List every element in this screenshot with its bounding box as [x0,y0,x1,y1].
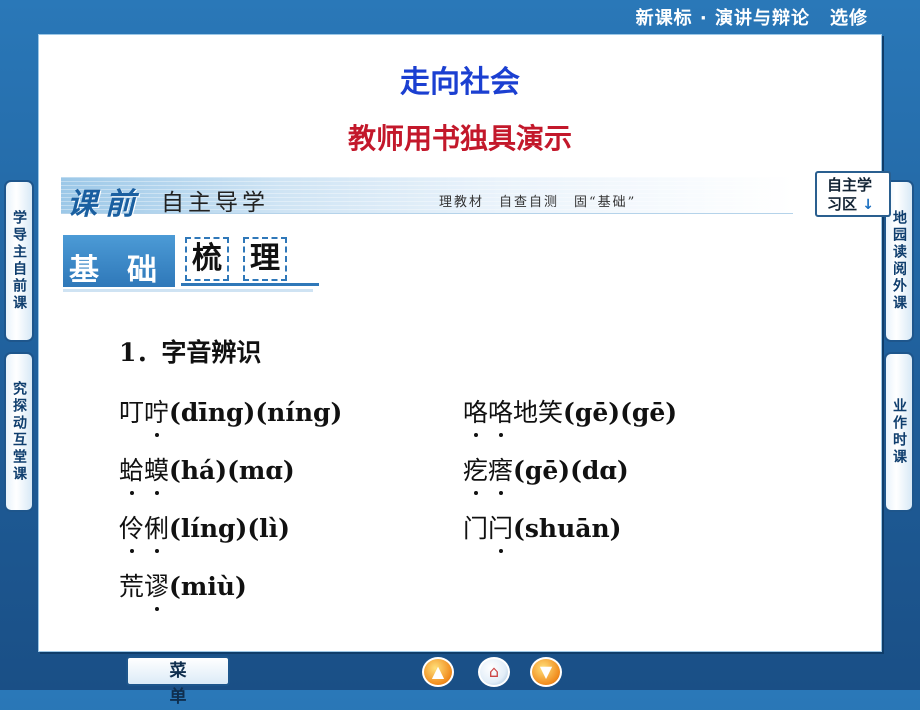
banner-strip: 课前 自主导学 理教材 自查自测 固“基础” [61,177,793,222]
list-item: 门闩(shuān) [463,509,622,553]
basis-blue-block: 基 础 [63,235,175,288]
basis-char-4: 理 [243,237,287,281]
list-item: 蛤蟆(há)(mɑ) [119,451,295,495]
basis-char-2: 础 [127,253,157,288]
basis-underline-accent [181,283,319,286]
slide-panel: 走向社会 教师用书独具演示 课前 自主导学 理教材 自查自测 固“基础” 自主学… [38,34,891,652]
self-study-button[interactable]: 自主学 习区 ↓ [815,171,891,217]
list-item: 伶俐(líng)(lì) [119,509,290,553]
section-banner: 课前 自主导学 理教材 自查自测 固“基础” 自主学 习区 ↓ [61,171,891,222]
item-chars: 荒谬 [119,572,169,611]
basis-char-1: 基 [69,253,99,288]
nav-prev-button[interactable]: ▲ [422,657,454,687]
basis-char-3: 梳 [185,237,229,281]
item-pinyin: (há)(mɑ) [169,456,295,485]
left-tab-classroom[interactable]: 究探动互堂课 [4,352,34,512]
section-title: 1．字音辨识 [119,338,262,367]
item-chars: 疙瘩 [463,456,513,495]
right-tab-homework[interactable]: 业作时课 [884,352,914,512]
header-edition: 选修 [830,8,868,29]
list-item: 叮咛(dīng)(níng) [119,393,343,437]
item-pinyin: (gē)(gē) [563,398,678,427]
banner-sub-text: 自主导学 [161,190,269,216]
prev-arrow-icon: ▲ [431,662,445,681]
next-arrow-icon: ▼ [539,662,553,681]
list-item: 疙瘩(gē)(dɑ) [463,451,629,495]
home-icon: ⌂ [488,662,500,681]
list-item: 咯咯地笑(gē)(gē) [463,393,678,437]
self-study-line2: 习区 [827,195,858,213]
header-course-title: 新课标 · 演讲与辩论 选修 [636,4,868,30]
item-pinyin: (gē)(dɑ) [513,456,629,485]
left-tab-preview[interactable]: 学导主自前课 [4,180,34,342]
basis-underline [63,289,313,292]
self-study-line1: 自主学 [827,176,873,194]
item-chars: 叮咛 [119,398,169,437]
nav-next-button[interactable]: ▼ [530,657,562,687]
item-chars: 咯咯地笑 [463,398,563,437]
nav-home-button[interactable]: ⌂ [478,657,510,687]
slide-subtitle: 教师用书独具演示 [347,122,572,155]
banner-tagline: 理教材 自查自测 固“基础” [439,195,637,210]
item-chars: 蛤蟆 [119,456,169,495]
item-pinyin: (dīng)(níng) [169,398,343,427]
slide-title: 走向社会 [400,65,520,100]
header-course: 新课标 · 演讲与辩论 [635,8,810,29]
item-chars: 伶俐 [119,514,169,553]
menu-button[interactable]: 菜单 [126,656,230,707]
down-arrow-icon: ↓ [862,197,874,213]
item-pinyin: (miù) [169,572,247,601]
item-pinyin: (shuān) [513,514,622,543]
item-chars: 门闩 [463,514,513,553]
basis-heading: 基 础 梳 理 [61,231,321,297]
list-item: 荒谬(miù) [119,567,247,611]
banner-big-text: 课前 [67,187,143,222]
item-pinyin: (líng)(lì) [169,514,290,543]
